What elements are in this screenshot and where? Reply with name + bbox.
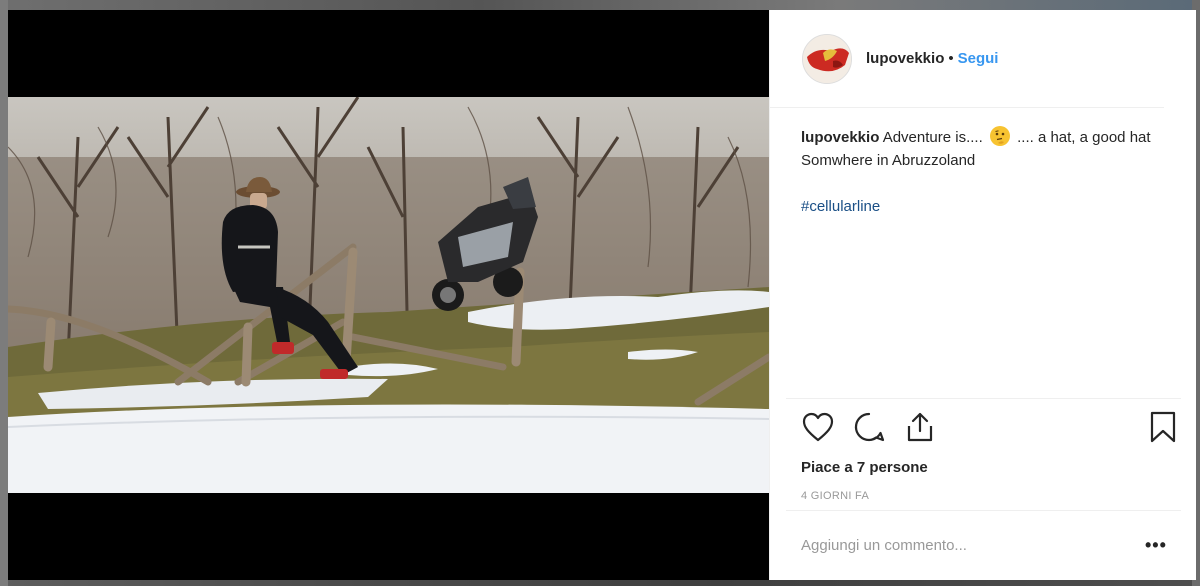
post-timestamp: 4 GIORNI FA [801, 490, 870, 502]
header-username[interactable]: lupovekkio [866, 50, 944, 67]
hashtag-link[interactable]: #cellularline [801, 195, 880, 218]
post-photo-scene [8, 97, 769, 493]
backdrop-strip-top [0, 0, 1200, 10]
header-separator: • [948, 50, 954, 67]
avatar-image [803, 34, 851, 83]
follow-button[interactable]: Segui [958, 50, 999, 67]
caption-username[interactable]: lupovekkio [801, 129, 879, 146]
comment-icon[interactable] [851, 409, 887, 445]
post-actions: Piace a 7 persone 4 GIORNI FA [786, 398, 1181, 502]
caption-text-after-emoji: .... a hat, a good hat [1017, 129, 1151, 146]
heart-icon[interactable] [800, 409, 836, 445]
comment-box: ••• [786, 510, 1181, 580]
thinking-face-icon [989, 126, 1010, 146]
caption-text-before-emoji: Adventure is.... [882, 129, 983, 146]
action-icon-row [786, 399, 1181, 455]
caption-location-line: Somwhere in Abruzzoland [801, 152, 976, 169]
post-caption: lupovekkio Adventure is.... .... a hat, … [770, 108, 1196, 398]
backdrop-strip-left [0, 0, 8, 586]
share-icon[interactable] [902, 409, 938, 445]
header-names: lupovekkio • Segui [866, 50, 998, 67]
bookmark-icon[interactable] [1145, 409, 1181, 445]
post-media[interactable] [8, 10, 769, 580]
comment-input[interactable] [801, 537, 1145, 554]
post-photo [8, 97, 769, 493]
post-header: lupovekkio • Segui [770, 10, 1164, 108]
post-sidebar: lupovekkio • Segui lupovekkio Adventure is… [769, 10, 1196, 580]
avatar[interactable] [802, 33, 852, 84]
more-options-button[interactable]: ••• [1145, 535, 1175, 556]
post-modal: lupovekkio • Segui lupovekkio Adventure is… [8, 10, 1196, 580]
likes-count[interactable]: Piace a 7 persone [786, 459, 1181, 476]
